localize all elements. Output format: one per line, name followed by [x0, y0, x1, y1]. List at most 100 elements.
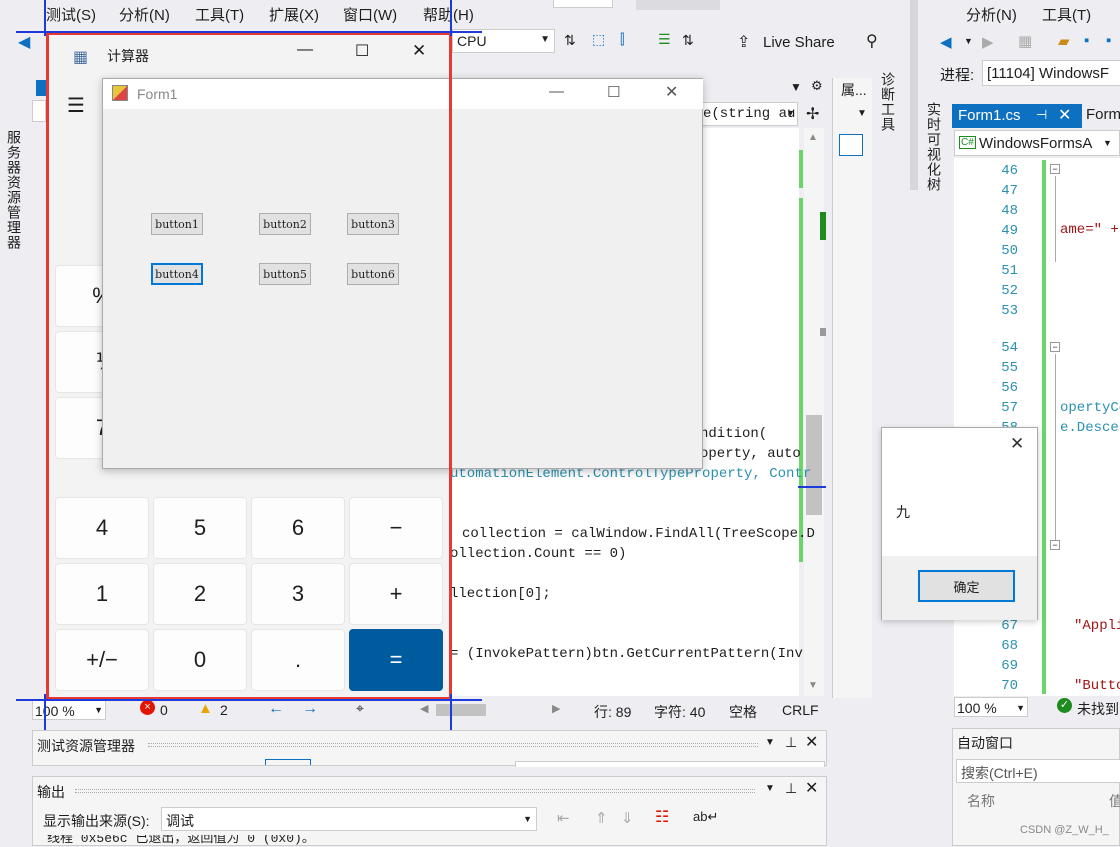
chevron-down-icon[interactable]: ▼	[765, 783, 775, 794]
minimize-icon[interactable]: —	[549, 83, 564, 100]
crosshair-line	[450, 0, 452, 36]
ok-button[interactable]: 确定	[918, 570, 1015, 602]
back-icon[interactable]: ◀	[940, 33, 952, 51]
menu-extensions[interactable]: 扩展(X)	[269, 4, 319, 25]
line-number: 57	[1001, 400, 1018, 416]
scroll-left-icon[interactable]: ◀	[420, 702, 428, 715]
live-visual-tree-tab[interactable]: 实时可视化树	[924, 102, 944, 192]
close-icon[interactable]: ✕	[1058, 105, 1071, 125]
line-indicator: 行: 89	[594, 704, 632, 720]
gear-icon[interactable]: ⚙	[811, 78, 823, 94]
close-icon[interactable]: ✕	[805, 778, 818, 798]
chevron-down-icon[interactable]: ▼	[964, 36, 973, 46]
namespace-dropdown[interactable]: C# WindowsFormsA ▼	[954, 130, 1120, 156]
crosshair-line	[16, 31, 482, 33]
goto-error-icon[interactable]: ⇤	[557, 809, 570, 827]
vs-menubar: 测试(S) 分析(N) 工具(T) 扩展(X) 窗口(W) 帮助(H)	[0, 0, 620, 28]
code-line: ndition(	[700, 426, 768, 442]
warning-icon[interactable]: ▲	[198, 700, 213, 717]
line-number: 52	[1001, 283, 1018, 299]
server-explorer-tab[interactable]: 服务器资源管理器	[4, 130, 24, 250]
close-icon[interactable]: ✕	[1010, 434, 1024, 454]
eol-indicator[interactable]: CRLF	[782, 702, 819, 718]
comment-icon[interactable]: ☰	[658, 31, 671, 48]
pin-icon[interactable]: ⊥	[785, 734, 797, 751]
pin-icon[interactable]: ⊥	[785, 780, 797, 797]
crosshair-line	[44, 0, 46, 36]
warning-count: 2	[220, 702, 228, 718]
chevron-down-icon[interactable]: ▼	[857, 108, 867, 119]
line-number: 53	[1001, 303, 1018, 319]
chevron-down-icon[interactable]: ▼	[765, 737, 775, 748]
save-all-icon[interactable]: ▪	[1106, 32, 1111, 49]
step-icon[interactable]: ⇅	[564, 32, 576, 49]
menu-analyze[interactable]: 分析(N)	[119, 4, 170, 25]
search-box-edge	[553, 0, 613, 8]
member-dropdown[interactable]: e(string au ▼	[700, 102, 798, 126]
csharp-icon: C#	[959, 136, 976, 149]
word-wrap-icon[interactable]: ab↵	[693, 809, 718, 825]
menu-analyze-right[interactable]: 分析(N)	[966, 4, 1017, 25]
format-icon[interactable]: ⫿	[620, 31, 624, 48]
message-footer: 确定	[882, 556, 1037, 620]
right-zoom-dropdown[interactable]: 100 % ▼	[954, 697, 1028, 717]
open-folder-icon[interactable]: ▰	[1058, 32, 1070, 50]
menu-tools[interactable]: 工具(T)	[195, 4, 244, 25]
back-icon[interactable]: ◀	[18, 32, 30, 52]
collapse-toggle[interactable]: −	[1050, 540, 1060, 550]
menu-window[interactable]: 窗口(W)	[343, 4, 397, 25]
menu-test[interactable]: 测试(S)	[46, 4, 96, 25]
output-panel: 输出 ▼ ⊥ ✕ 显示输出来源(S): 调试 ▼ ⇤ ⇑ ⇓ ☷ ab↵ 线程 …	[32, 776, 827, 846]
forward-icon[interactable]: ▶	[982, 33, 994, 51]
reorder-icon[interactable]: ⇅	[682, 32, 694, 49]
prev-icon[interactable]: ⇑	[595, 809, 608, 827]
nav-forward-icon[interactable]: →	[302, 700, 318, 718]
collapse-toggle[interactable]: −	[1050, 342, 1060, 352]
breakpoint-icon[interactable]: ⬚	[592, 31, 605, 48]
collapse-toggle[interactable]: −	[1050, 164, 1060, 174]
crosshair-line	[450, 694, 452, 730]
split-icon[interactable]: ✢	[806, 104, 819, 124]
scroll-thumb[interactable]	[806, 415, 822, 515]
cleanup-icon[interactable]: ⌖	[356, 700, 364, 717]
line-number: 50	[1001, 243, 1018, 259]
close-icon[interactable]: ✕	[665, 82, 678, 102]
spaces-indicator[interactable]: 空格	[729, 702, 757, 722]
crosshair-line	[798, 486, 826, 488]
nav-back-icon[interactable]: ←	[268, 700, 284, 718]
scroll-right-icon[interactable]: ▶	[552, 702, 560, 715]
error-icon[interactable]: ×	[140, 700, 155, 715]
tab-form-designer[interactable]: Form	[1086, 106, 1120, 123]
scroll-down-icon[interactable]: ▼	[808, 680, 818, 691]
save-icon[interactable]: ▪	[1084, 32, 1089, 49]
clear-all-icon[interactable]: ☷	[655, 807, 669, 827]
menu-help[interactable]: 帮助(H)	[423, 4, 474, 25]
chevron-down-icon[interactable]: ▼	[790, 80, 802, 94]
next-icon[interactable]: ⇓	[621, 809, 634, 827]
output-source-dropdown[interactable]: 调试 ▼	[161, 807, 537, 831]
live-share-button[interactable]: Live Share	[763, 34, 835, 51]
code-line: ollection.Count == 0)	[450, 546, 627, 562]
close-icon[interactable]: ✕	[805, 732, 818, 752]
platform-value: CPU	[457, 33, 487, 49]
menu-tools-right[interactable]: 工具(T)	[1042, 4, 1091, 25]
solution-title-edge	[636, 0, 720, 10]
diagnostics-tab[interactable]: 诊断工具	[878, 72, 898, 132]
autos-search[interactable]: 搜索(Ctrl+E)	[956, 759, 1120, 783]
autos-title: 自动窗口	[957, 735, 1013, 751]
feedback-icon[interactable]: ⚲	[866, 31, 878, 51]
scroll-up-icon[interactable]: ▲	[808, 132, 818, 143]
line-number: 49	[1001, 223, 1018, 239]
line-number: 69	[1001, 658, 1018, 674]
maximize-icon[interactable]: ☐	[607, 83, 620, 101]
pin-icon[interactable]: ⊣	[1036, 107, 1047, 123]
new-item-icon[interactable]: ▦	[1018, 32, 1032, 50]
editor-status-bar: 100 % ▼ × 0 ▲ 2 ← → ⌖ ◀ ▶ 行: 89 字符: 40 空…	[32, 700, 827, 722]
tab-form1-cs[interactable]: Form1.cs ⊣ ✕	[952, 104, 1082, 128]
crosshair-line	[44, 694, 46, 730]
process-dropdown[interactable]: [11104] WindowsF	[982, 60, 1120, 86]
h-scroll-thumb[interactable]	[436, 704, 486, 716]
list-icon[interactable]	[839, 134, 863, 156]
properties-tab[interactable]: 属...	[841, 80, 867, 100]
highlight-rectangle	[46, 32, 452, 700]
